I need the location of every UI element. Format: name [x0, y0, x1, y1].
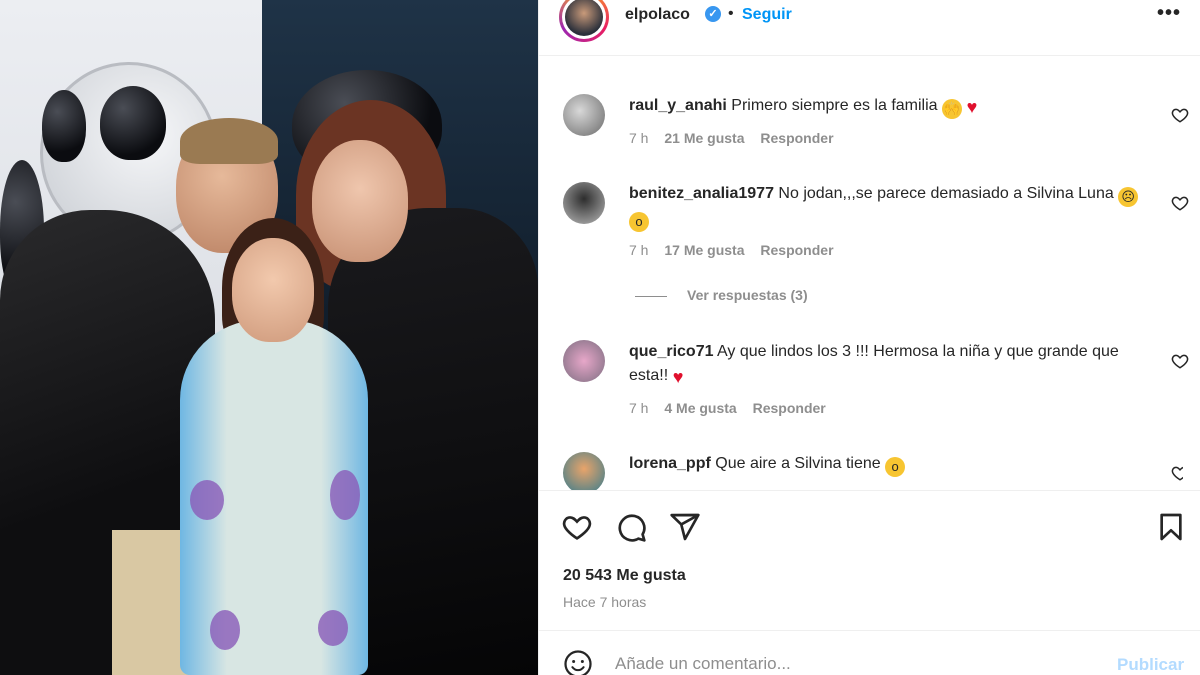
- astonished-face-emoji-icon: o: [885, 457, 906, 477]
- photo-balloon: [100, 86, 166, 160]
- comment-time: 7 h: [629, 242, 649, 258]
- reply-button[interactable]: Responder: [760, 130, 833, 146]
- follow-button[interactable]: Seguir: [742, 6, 792, 24]
- comment-likes[interactable]: 21 Me gusta: [664, 130, 744, 146]
- post-side-panel: elpolaco ✓ • Seguir ••• raul_y_anahi Pri…: [538, 0, 1200, 675]
- bookmark-icon[interactable]: [1155, 511, 1187, 543]
- view-replies-label: Ver respuestas (3): [687, 287, 808, 303]
- comment-username[interactable]: lorena_ppf: [629, 455, 711, 472]
- photo-onesie-spot: [210, 610, 240, 650]
- more-options-icon[interactable]: •••: [1157, 2, 1181, 25]
- comment-like-heart-icon[interactable]: [1171, 194, 1189, 212]
- view-replies-button[interactable]: Ver respuestas (3): [635, 287, 808, 303]
- comment-like-heart-icon[interactable]: [1171, 106, 1189, 124]
- comment-text: Primero siempre es la familia: [731, 97, 938, 114]
- photo-onesie-spot: [318, 610, 348, 646]
- paper-plane-icon[interactable]: [669, 511, 701, 543]
- comment-likes[interactable]: 17 Me gusta: [664, 242, 744, 258]
- comment-meta: 7 h 4 Me gusta Responder: [629, 400, 838, 416]
- comment-avatar[interactable]: [563, 182, 605, 224]
- comment-avatar[interactable]: [563, 452, 605, 490]
- comment-body: que_rico71 Ay que lindos los 3 !!! Hermo…: [629, 340, 1139, 388]
- comment-text: No jodan,,,se parece demasiado a Silvina…: [778, 185, 1114, 202]
- header-separator: •: [728, 5, 734, 22]
- photo-person-man-hair: [180, 118, 278, 164]
- praying-hands-emoji-icon: 🙌: [942, 99, 963, 119]
- comment-meta: 7 h 21 Me gusta Responder: [629, 130, 846, 146]
- comment-icon[interactable]: [615, 511, 647, 543]
- reply-button[interactable]: Responder: [760, 242, 833, 258]
- comment-body: raul_y_anahi Primero siempre es la famil…: [629, 94, 1139, 119]
- comment-item: que_rico71 Ay que lindos los 3 !!! Hermo…: [563, 340, 1189, 424]
- red-heart-emoji-icon: ♥: [672, 367, 684, 387]
- comment-item: raul_y_anahi Primero siempre es la famil…: [563, 94, 1189, 154]
- red-heart-emoji-icon: ♥: [966, 97, 978, 117]
- photo-onesie-spot: [190, 480, 224, 520]
- publish-button[interactable]: Publicar: [1117, 655, 1184, 675]
- sad-face-emoji-icon: ☹: [1118, 187, 1139, 207]
- reply-button[interactable]: Responder: [753, 400, 826, 416]
- comment-username[interactable]: raul_y_anahi: [629, 97, 727, 114]
- comment-like-heart-icon[interactable]: [1171, 352, 1189, 370]
- comment-username[interactable]: benitez_analia1977: [629, 185, 774, 202]
- replies-divider-line: [635, 295, 667, 297]
- comment-text: Que aire a Silvina tiene: [715, 455, 881, 472]
- comment-time: 7 h: [629, 400, 649, 416]
- comment-likes[interactable]: 4 Me gusta: [664, 400, 736, 416]
- comment-avatar[interactable]: [563, 340, 605, 382]
- post-likes-count[interactable]: 20 543 Me gusta: [563, 567, 686, 585]
- author-username[interactable]: elpolaco: [625, 6, 690, 24]
- comment-username[interactable]: que_rico71: [629, 343, 713, 360]
- photo-person-woman-face: [312, 140, 408, 262]
- comment-item: benitez_analia1977 No jodan,,,se parece …: [563, 182, 1189, 266]
- photo-person-girl-face: [232, 238, 314, 342]
- post-header: elpolaco ✓ • Seguir •••: [539, 0, 1200, 56]
- verified-badge-icon: ✓: [705, 6, 721, 22]
- comment-item: lorena_ppf Que aire a Silvina tiene o: [563, 452, 1183, 490]
- post-actions: 20 543 Me gusta Hace 7 horas: [539, 490, 1200, 630]
- comment-meta: 7 h 17 Me gusta Responder: [629, 242, 846, 258]
- comment-avatar[interactable]: [563, 94, 605, 136]
- photo-onesie-spot: [330, 470, 360, 520]
- author-avatar[interactable]: [559, 0, 609, 42]
- add-comment-bar: Publicar: [539, 630, 1200, 675]
- comment-time: 7 h: [629, 130, 649, 146]
- comment-like-heart-icon[interactable]: [1171, 464, 1183, 482]
- comment-input[interactable]: [615, 649, 1075, 675]
- photo-balloon: [42, 90, 86, 162]
- smiley-icon[interactable]: [563, 649, 593, 675]
- astonished-face-emoji-icon: o: [629, 212, 649, 232]
- heart-icon[interactable]: [561, 511, 593, 543]
- post-photo[interactable]: [0, 0, 538, 675]
- comment-body: lorena_ppf Que aire a Silvina tiene o: [629, 452, 1139, 477]
- post-timestamp: Hace 7 horas: [563, 594, 647, 610]
- comment-body: benitez_analia1977 No jodan,,,se parece …: [629, 182, 1139, 232]
